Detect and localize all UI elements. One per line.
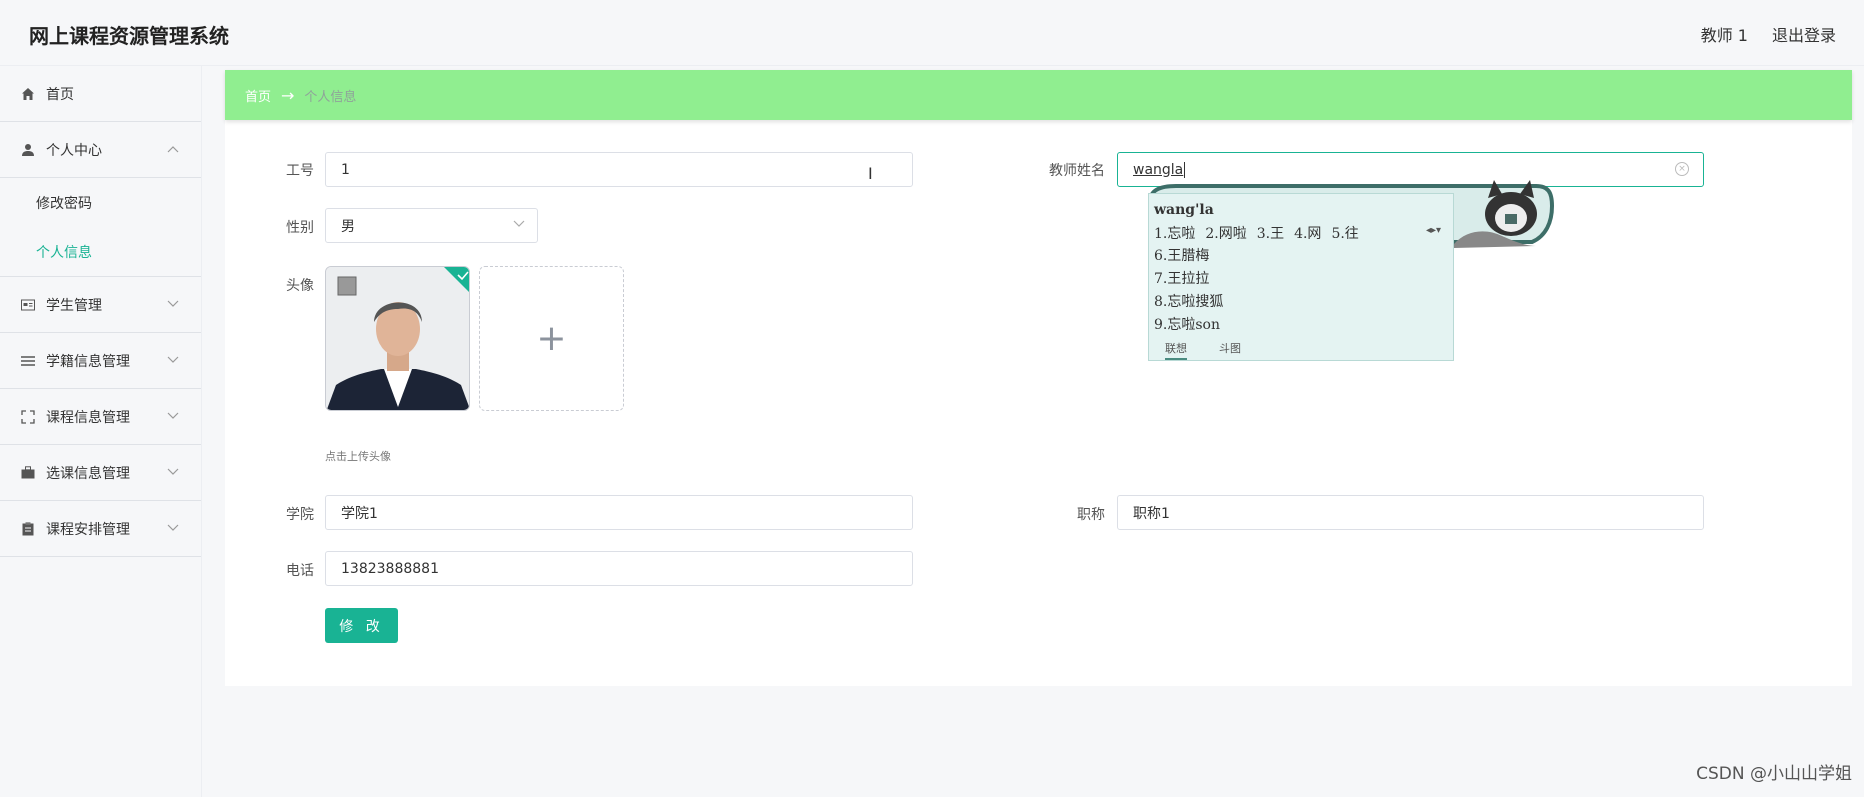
fullscreen-icon: [20, 409, 36, 425]
ime-tabs: 联想 斗图: [1165, 340, 1241, 360]
header-actions: 教师 1 退出登录: [1701, 22, 1836, 46]
sidebar-item-change-password[interactable]: 修改密码: [0, 178, 201, 227]
phone-input[interactable]: 13823888881: [325, 551, 913, 586]
breadcrumb: 首页 → 个人信息: [225, 70, 1852, 120]
college-label: 学院: [286, 507, 314, 523]
plus-icon: +: [536, 318, 567, 359]
sidebar-item-course-mgmt[interactable]: 课程信息管理: [0, 389, 201, 445]
id-card-icon: [20, 297, 36, 313]
college-value: 学院1: [341, 505, 378, 522]
ime-candidate-6[interactable]: 6.王腊梅: [1154, 245, 1209, 265]
ime-page-arrows-icon[interactable]: ◂▸▾: [1426, 225, 1441, 236]
ime-tab-association[interactable]: 联想: [1165, 340, 1187, 360]
ime-candidate-2[interactable]: 2.网啦: [1205, 223, 1246, 243]
sidebar-item-elective-mgmt[interactable]: 选课信息管理: [0, 445, 201, 501]
sidebar-item-home[interactable]: 首页: [0, 66, 201, 122]
home-icon: [20, 86, 36, 102]
submit-button[interactable]: 修 改: [325, 608, 398, 643]
phone-label: 电话: [286, 563, 314, 579]
breadcrumb-home[interactable]: 首页: [245, 86, 271, 105]
sidebar-item-label: 选课信息管理: [46, 465, 130, 482]
ime-candidate-7[interactable]: 7.王拉拉: [1154, 268, 1209, 288]
ime-pinyin: wang'la: [1154, 202, 1214, 218]
personal-center-submenu: 修改密码 个人信息: [0, 178, 201, 277]
job-no-value: 1: [341, 161, 350, 178]
ime-candidate-panel: wang'la 1.忘啦 2.网啦 3.王 4.网 5.往 ◂▸▾ 6.王腊梅 …: [1148, 193, 1454, 361]
chevron-down-icon: [167, 465, 179, 479]
sidebar-item-label: 课程信息管理: [46, 409, 130, 426]
teacher-name-label: 教师姓名: [1049, 163, 1105, 179]
ime-candidate-5[interactable]: 5.往: [1331, 223, 1358, 243]
briefcase-icon: [20, 465, 36, 481]
sidebar-item-label: 学生管理: [46, 297, 102, 314]
sidebar-item-personal-info[interactable]: 个人信息: [0, 227, 201, 276]
upload-tip: 点击上传头像: [325, 450, 391, 463]
ime-candidate-3[interactable]: 3.王: [1257, 223, 1284, 243]
job-no-label: 工号: [286, 163, 314, 179]
sidebar-item-label: 课程安排管理: [46, 521, 130, 538]
ime-first-row: 1.忘啦 2.网啦 3.王 4.网 5.往: [1154, 223, 1359, 243]
arrow-right-icon: →: [281, 85, 295, 105]
ime-candidate-8[interactable]: 8.忘啦搜狐: [1154, 291, 1223, 311]
avatar-image[interactable]: [325, 266, 470, 411]
chevron-down-icon: [167, 409, 179, 423]
college-input[interactable]: 学院1: [325, 495, 913, 530]
phone-value: 13823888881: [341, 560, 439, 577]
chevron-down-icon: [167, 521, 179, 535]
ime-candidate-4[interactable]: 4.网: [1294, 223, 1321, 243]
upload-avatar-button[interactable]: +: [479, 266, 624, 411]
chevron-down-icon: [167, 353, 179, 367]
title-value: 职称1: [1133, 505, 1170, 522]
gender-select[interactable]: 男: [325, 208, 538, 243]
sidebar-item-label: 学籍信息管理: [46, 353, 130, 370]
ime-candidate-9[interactable]: 9.忘啦son: [1154, 314, 1220, 334]
ime-candidate-1[interactable]: 1.忘啦: [1154, 223, 1195, 243]
chevron-down-icon: [513, 217, 525, 231]
sidebar-item-label: 个人中心: [46, 142, 102, 159]
avatar-label: 头像: [286, 278, 314, 294]
gender-value: 男: [341, 218, 355, 235]
list-icon: [20, 353, 36, 369]
watermark: CSDN @小山山学姐: [1696, 764, 1852, 784]
job-no-input[interactable]: 1: [325, 152, 913, 187]
gender-label: 性别: [286, 220, 314, 236]
sidebar-item-roll-mgmt[interactable]: 学籍信息管理: [0, 333, 201, 389]
title-label: 职称: [1077, 507, 1105, 523]
sidebar-item-personal-center[interactable]: 个人中心: [0, 122, 201, 178]
breadcrumb-current: 个人信息: [304, 89, 357, 105]
system-title: 网上课程资源管理系统: [29, 24, 229, 48]
sidebar-item-student-mgmt[interactable]: 学生管理: [0, 277, 201, 333]
title-input[interactable]: 职称1: [1117, 495, 1704, 530]
text-cursor-icon: I: [868, 164, 873, 183]
top-header: 网上课程资源管理系统 教师 1 退出登录: [0, 0, 1864, 66]
sidebar-item-label: 首页: [46, 86, 74, 103]
chevron-up-icon: [167, 142, 179, 156]
sidebar: 首页 个人中心 修改密码 个人信息 学生管理 学籍信息管理 课程信息管理 选课信…: [0, 66, 202, 797]
sidebar-item-schedule-mgmt[interactable]: 课程安排管理: [0, 501, 201, 557]
clipboard-icon: [20, 521, 36, 537]
ime-tab-meme[interactable]: 斗图: [1219, 340, 1241, 360]
current-user[interactable]: 教师 1: [1701, 22, 1748, 46]
user-icon: [20, 142, 36, 158]
clear-icon[interactable]: ×: [1675, 162, 1689, 176]
chevron-down-icon: [167, 297, 179, 311]
logout-link[interactable]: 退出登录: [1772, 22, 1836, 46]
